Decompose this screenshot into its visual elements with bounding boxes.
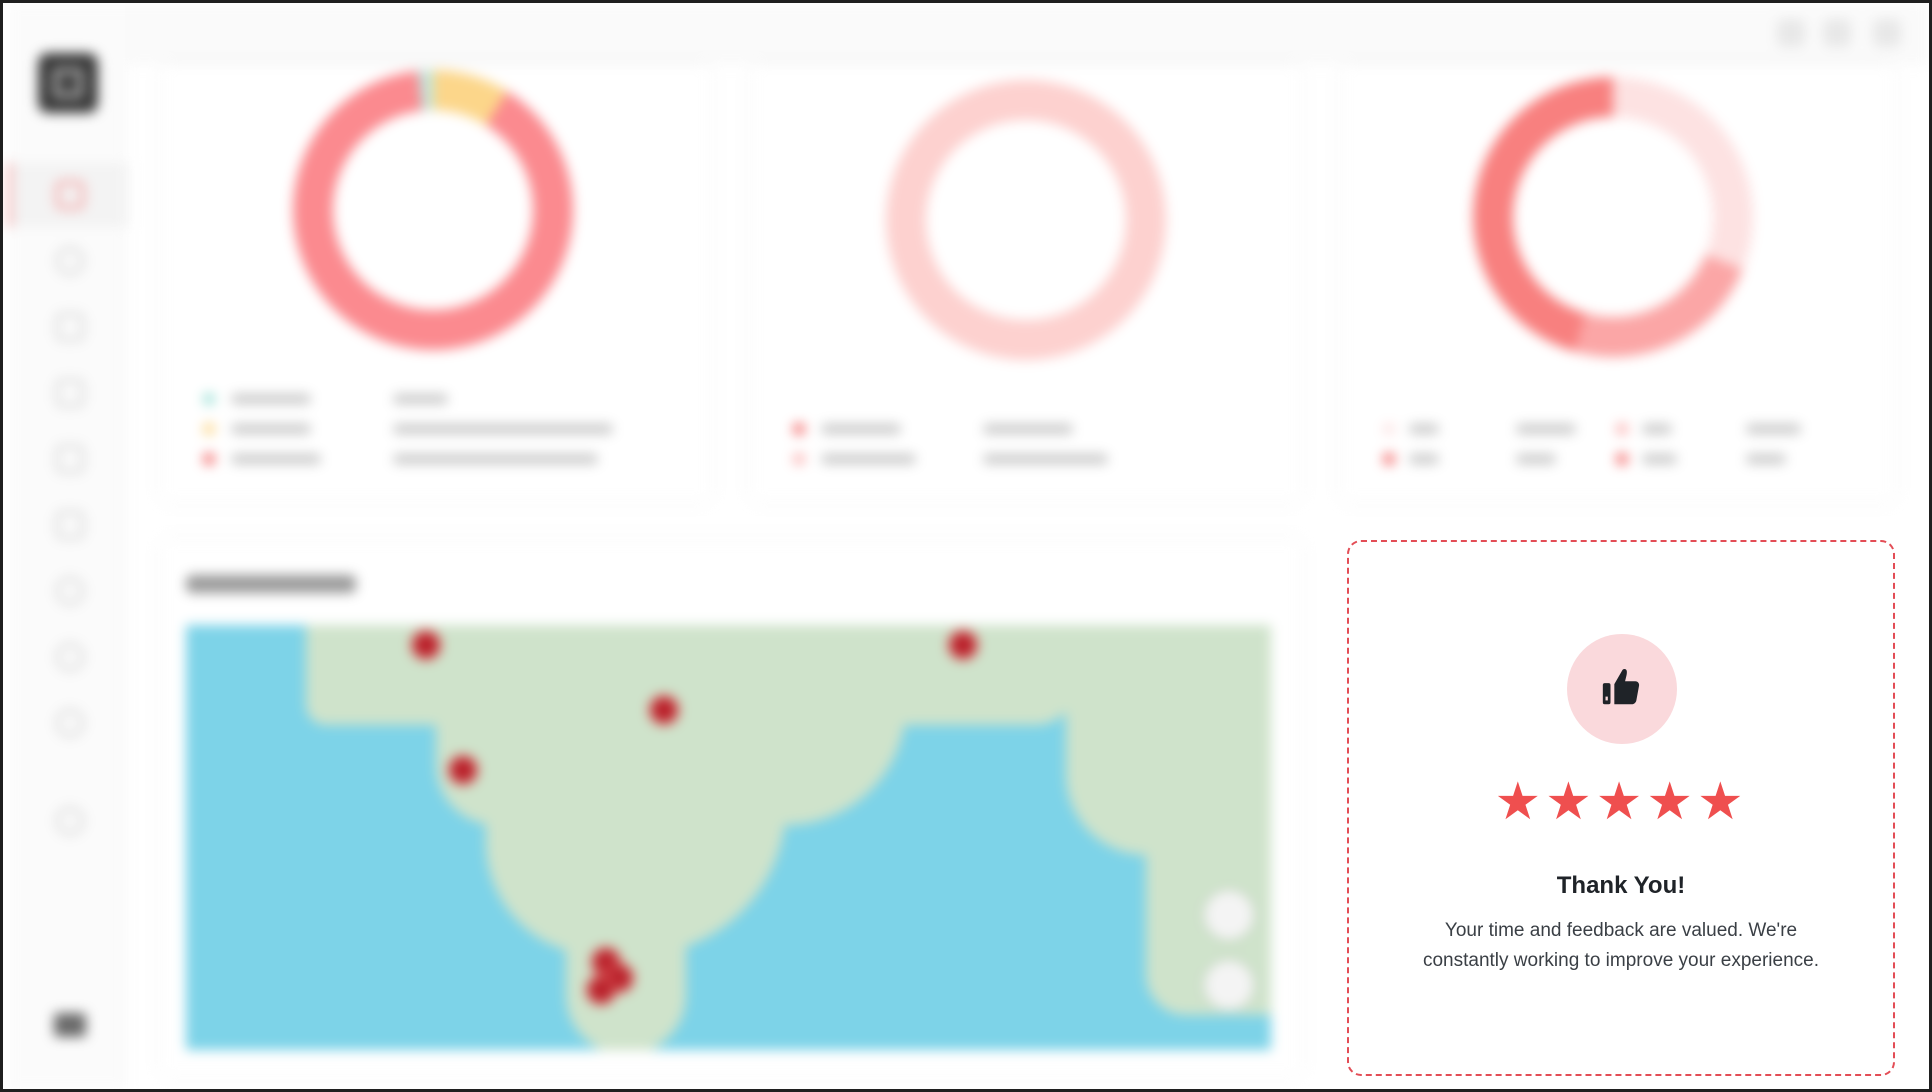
- sidebar-icon-9[interactable]: [56, 709, 84, 737]
- top-bar: [125, 3, 1929, 65]
- star-icon: ★: [1494, 773, 1546, 831]
- star-icon: ★: [1696, 773, 1748, 831]
- home-icon[interactable]: [56, 181, 84, 209]
- map-marker[interactable]: [448, 755, 478, 785]
- topbar-icon-3[interactable]: [1873, 19, 1901, 47]
- sidebar-icon-8[interactable]: [56, 643, 84, 671]
- sidebar-icon-6[interactable]: [56, 511, 84, 539]
- map-zoom-button[interactable]: [1204, 890, 1254, 940]
- star-icon: ★: [1545, 773, 1596, 831]
- map-card-title: [186, 575, 356, 593]
- topbar-icon-1[interactable]: [1777, 19, 1805, 47]
- app-window: ★★★★★ Thank You! Your time and feedback …: [0, 0, 1932, 1092]
- donut-card-3: [1341, 65, 1895, 501]
- sidebar-icon-2[interactable]: [56, 247, 84, 275]
- thumbs-up-icon: [1602, 668, 1640, 705]
- calendar-icon[interactable]: [56, 445, 84, 473]
- sidebar-icon-3[interactable]: [56, 313, 84, 341]
- donut-chart-3: [1473, 77, 1753, 357]
- donut-chart-1: [293, 70, 573, 350]
- donut-chart-2: [886, 80, 1166, 360]
- donut-card-1: [161, 65, 711, 501]
- thank-you-message: Your time and feedback are valued. We're…: [1422, 920, 1820, 971]
- map-marker[interactable]: [411, 630, 441, 660]
- thank-you-title: Thank You!: [1556, 872, 1686, 899]
- map-marker[interactable]: [649, 695, 679, 725]
- sidebar-bottom-icon[interactable]: [54, 1013, 86, 1037]
- sidebar-icon-4[interactable]: [56, 379, 84, 407]
- sidebar-icon-10[interactable]: [56, 807, 84, 835]
- map-marker[interactable]: [586, 975, 616, 1005]
- map-marker[interactable]: [948, 630, 978, 660]
- map-view[interactable]: [186, 625, 1271, 1050]
- map-locate-button[interactable]: [1204, 960, 1254, 1010]
- star-rating: ★★★★★: [1349, 772, 1893, 832]
- topbar-icon-2[interactable]: [1823, 19, 1851, 47]
- donut-card-2: [751, 65, 1301, 501]
- thumbs-up-badge: [1567, 634, 1677, 744]
- sidebar-icon-7[interactable]: [56, 577, 84, 605]
- feedback-thank-you-card: ★★★★★ Thank You! Your time and feedback …: [1347, 540, 1895, 1076]
- app-logo: [38, 53, 98, 113]
- star-icon: ★: [1646, 773, 1697, 831]
- sidebar: [8, 3, 129, 1089]
- star-icon: ★: [1595, 773, 1647, 831]
